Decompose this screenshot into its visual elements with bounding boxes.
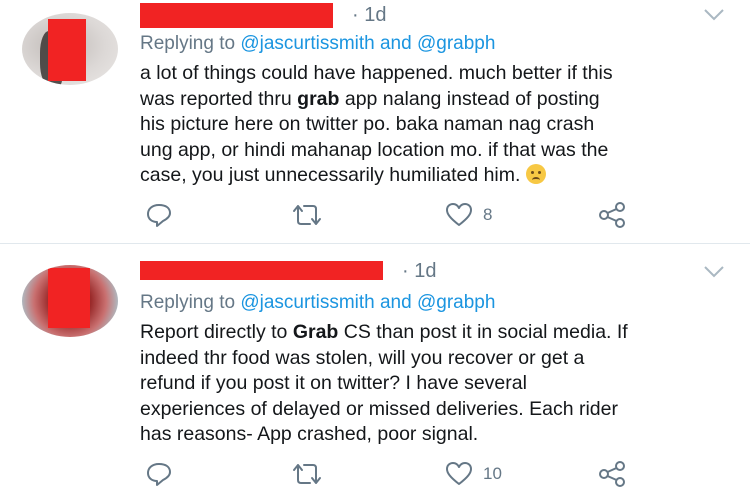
replying-to: Replying to @jascurtissmith and @grabph [140, 292, 495, 314]
reply-button[interactable] [145, 200, 173, 230]
heart-icon [446, 462, 472, 485]
bold-word: Grab [292, 321, 339, 343]
replying-prefix: Replying to [140, 33, 241, 54]
tweet-line: indeed thr food was stolen, will you rec… [140, 346, 585, 369]
tweet-actions: 10 [0, 459, 750, 489]
tweet-1[interactable]: · 1d Replying to @jascurtissmith and @gr… [0, 0, 750, 243]
tweet-line: was reported thru grab app nalang instea… [140, 87, 600, 110]
like-button[interactable]: 8 [445, 200, 492, 230]
tweet-line: Report directly to Grab CS than post it … [140, 321, 628, 343]
share-button[interactable] [597, 459, 627, 489]
tweet-line: refund if you post it on twitter? I have… [140, 372, 527, 394]
reply-button[interactable] [145, 459, 173, 489]
avatar[interactable] [22, 13, 118, 85]
tweet-line: has reasons- App crashed, poor signal. [140, 423, 479, 445]
chevron-down-icon[interactable] [703, 265, 725, 279]
tweet-text: a lot of things could have happened. muc… [140, 61, 740, 189]
tweet-text: Report directly to Grab CS than post it … [140, 320, 740, 448]
retweet-button[interactable] [290, 459, 324, 489]
tweet-actions: 8 [0, 200, 750, 230]
avatar[interactable] [22, 265, 118, 337]
tweet-line: experiences of delayed or missed deliver… [140, 397, 618, 420]
retweet-icon [293, 464, 321, 484]
timestamp[interactable]: · 1d [402, 260, 436, 283]
username-redaction [140, 261, 383, 280]
share-button[interactable] [597, 200, 627, 230]
replying-to: Replying to @jascurtissmith and @grabph [140, 33, 495, 55]
share-icon [599, 202, 625, 228]
replying-prefix: Replying to [140, 292, 241, 313]
tweet-line: ung app, or hindi mahanap location mo. i… [140, 138, 609, 161]
bold-word: grab [297, 87, 340, 110]
tweet-line: a lot of things could have happened. muc… [140, 62, 613, 84]
avatar-redaction [48, 268, 90, 328]
tweet-line: case, you just unnecessarily humiliated … [140, 163, 740, 189]
avatar-redaction [48, 19, 86, 81]
reply-icon [147, 204, 171, 227]
retweet-button[interactable] [290, 200, 324, 230]
reply-icon [147, 463, 171, 486]
heart-icon [446, 203, 472, 226]
replying-handles-link[interactable]: @jascurtissmith and @grabph [240, 292, 495, 313]
timestamp[interactable]: · 1d [352, 4, 386, 27]
replying-handles-link[interactable]: @jascurtissmith and @grabph [240, 33, 495, 54]
chevron-down-icon[interactable] [703, 8, 725, 22]
retweet-icon [293, 205, 321, 225]
like-count: 10 [483, 464, 502, 483]
username-redaction [140, 3, 333, 28]
like-count: 8 [483, 205, 493, 224]
tweet-2[interactable]: · 1d Replying to @jascurtissmith and @gr… [0, 244, 750, 500]
share-icon [599, 461, 625, 487]
worried-face-emoji [525, 164, 546, 184]
like-button[interactable]: 10 [445, 459, 502, 489]
tweet-line: his picture here on twitter po. baka nam… [140, 113, 595, 135]
